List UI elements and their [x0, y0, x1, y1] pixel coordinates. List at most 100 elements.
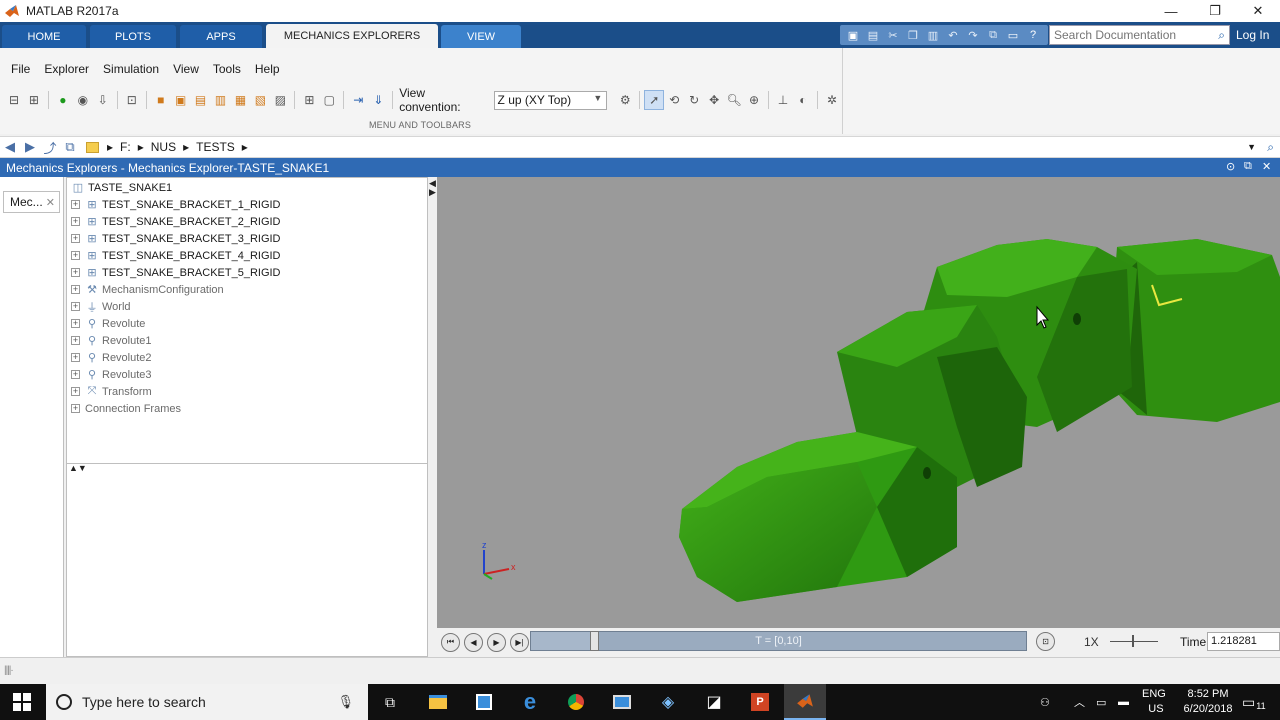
expand-icon[interactable]: +: [71, 268, 80, 277]
layout-icon[interactable]: ▭: [1004, 27, 1022, 43]
language-indicator[interactable]: ENG US: [1142, 684, 1166, 720]
frames-icon[interactable]: ⊥: [773, 90, 793, 110]
tab-home[interactable]: HOME: [2, 25, 86, 48]
expand-icon[interactable]: +: [71, 336, 80, 345]
tab-mechanics-explorer[interactable]: Mec... ✕: [3, 191, 60, 213]
store-icon[interactable]: [470, 684, 498, 720]
clock[interactable]: 8:52 PM 6/20/2018: [1178, 684, 1238, 720]
menu-explorer[interactable]: Explorer: [39, 62, 94, 76]
step-forward-icon[interactable]: ▶|: [510, 632, 529, 652]
network-icon[interactable]: ▭: [1096, 684, 1106, 720]
people-icon[interactable]: ⚇: [1040, 684, 1050, 720]
address-search-icon[interactable]: ⌕: [1267, 140, 1274, 155]
expand-icon[interactable]: +: [71, 387, 80, 396]
expand-icon[interactable]: +: [71, 404, 80, 413]
tree-node[interactable]: + ⊞ TEST_SNAKE_BRACKET_3_RIGID: [71, 230, 281, 247]
tree-node[interactable]: + ⊞ TEST_SNAKE_BRACKET_5_RIGID: [71, 264, 281, 281]
panel-close-icon[interactable]: ✕: [1262, 160, 1271, 173]
zoom-icon[interactable]: 🔍︎: [724, 90, 744, 110]
tab-plots[interactable]: PLOTS: [90, 25, 176, 48]
chrome-icon[interactable]: [562, 684, 590, 720]
undo-icon[interactable]: ↶: [944, 27, 962, 43]
expand-icon[interactable]: +: [71, 285, 80, 294]
close-icon[interactable]: ✕: [46, 196, 55, 209]
redo-icon[interactable]: ↷: [964, 27, 982, 43]
pan-icon[interactable]: ✥: [704, 90, 724, 110]
menu-view[interactable]: View: [168, 62, 204, 76]
restore-button[interactable]: ❐: [1194, 0, 1236, 22]
up-folder-icon[interactable]: ⤴: [40, 138, 60, 157]
expand-icon[interactable]: +: [71, 200, 80, 209]
zoom-box-icon[interactable]: ⊕: [744, 90, 764, 110]
task-view-icon[interactable]: ⧉: [376, 684, 404, 720]
taskbar-search[interactable]: Type here to search 🎙︎: [46, 684, 368, 720]
center-of-mass-icon[interactable]: ◐: [793, 90, 813, 110]
pin-icon[interactable]: ▣: [844, 27, 862, 43]
split-view-icon[interactable]: ⊞: [299, 90, 319, 110]
tree-root[interactable]: ◫ TASTE_SNAKE1: [71, 179, 172, 196]
battery-icon[interactable]: ▬: [1118, 684, 1129, 720]
tree-node[interactable]: + ⚲ Revolute: [71, 315, 145, 332]
menu-file[interactable]: File: [6, 62, 35, 76]
minimize-button[interactable]: —: [1150, 0, 1192, 22]
notepad-icon[interactable]: ◪: [700, 684, 728, 720]
property-view-icon[interactable]: ⊞: [24, 90, 44, 110]
camera-settings-icon[interactable]: ⚙: [615, 90, 635, 110]
tree-node[interactable]: + ⚲ Revolute1: [71, 332, 152, 349]
right-view-icon[interactable]: ▦: [231, 90, 251, 110]
menu-help[interactable]: Help: [250, 62, 285, 76]
single-view-icon[interactable]: ▢: [319, 90, 339, 110]
tab-view[interactable]: VIEW: [441, 25, 521, 48]
time-value-field[interactable]: 1.218281: [1207, 632, 1280, 651]
stop-simulation-icon[interactable]: ◉: [73, 90, 93, 110]
play-icon[interactable]: ▶: [487, 632, 506, 652]
panel-undock-icon[interactable]: ⧉: [1244, 160, 1252, 173]
menu-tools[interactable]: Tools: [208, 62, 246, 76]
search-documentation[interactable]: ⌕: [1049, 25, 1230, 45]
expand-icon[interactable]: +: [71, 217, 80, 226]
tree-node[interactable]: + ⊞ TEST_SNAKE_BRACKET_1_RIGID: [71, 196, 281, 213]
step-forward-icon[interactable]: ⇥: [348, 90, 368, 110]
back-arrow-icon[interactable]: ◀: [0, 139, 20, 155]
tree-node[interactable]: + ⚲ Revolute2: [71, 349, 152, 366]
expand-icon[interactable]: +: [71, 302, 80, 311]
collapse-left-icon[interactable]: ◀ ▶: [429, 179, 436, 197]
breadcrumb-drive[interactable]: F:: [120, 140, 131, 154]
expand-icon[interactable]: +: [71, 370, 80, 379]
git-icon[interactable]: ◈: [654, 684, 682, 720]
expand-icon[interactable]: +: [71, 234, 80, 243]
menu-simulation[interactable]: Simulation: [98, 62, 164, 76]
rotate-icon[interactable]: ⟲: [664, 90, 684, 110]
left-view-icon[interactable]: ▥: [211, 90, 231, 110]
help-icon[interactable]: ?: [1024, 27, 1042, 43]
forward-arrow-icon[interactable]: ▶: [20, 139, 40, 155]
breadcrumb-tests[interactable]: TESTS: [196, 140, 235, 154]
save-video-icon[interactable]: ⇩: [93, 90, 113, 110]
close-button[interactable]: ✕: [1237, 0, 1279, 22]
powerpoint-icon[interactable]: P: [746, 684, 774, 720]
photos-icon[interactable]: [608, 684, 636, 720]
browse-folder-icon[interactable]: ⧉: [60, 139, 80, 155]
save-icon[interactable]: ▤: [864, 27, 882, 43]
expand-icon[interactable]: +: [71, 319, 80, 328]
tree-node[interactable]: + ⚲ Revolute3: [71, 366, 152, 383]
tab-apps[interactable]: APPS: [180, 25, 262, 48]
matlab-taskbar-icon[interactable]: [784, 684, 826, 720]
step-down-icon[interactable]: ⇓: [368, 90, 388, 110]
show-hidden-icons[interactable]: ︿: [1074, 684, 1085, 720]
roll-icon[interactable]: ↻: [684, 90, 704, 110]
breadcrumb-nus[interactable]: NUS: [151, 140, 176, 154]
select-pointer-icon[interactable]: ➚: [644, 90, 665, 110]
snapshot-icon[interactable]: ⊡: [1036, 632, 1055, 651]
3d-viewport[interactable]: z x: [437, 177, 1280, 628]
bottom-view-icon[interactable]: ▨: [270, 90, 290, 110]
tree-node[interactable]: + ⊞ TEST_SNAKE_BRACKET_2_RIGID: [71, 213, 281, 230]
expand-icon[interactable]: +: [71, 251, 80, 260]
edge-icon[interactable]: e: [516, 684, 544, 720]
tab-mechanics-explorers[interactable]: MECHANICS EXPLORERS: [266, 24, 438, 48]
front-view-icon[interactable]: ▣: [171, 90, 191, 110]
copy-icon[interactable]: ❐: [904, 27, 922, 43]
search-input[interactable]: [1050, 28, 1210, 42]
tree-node[interactable]: + ⚒ MechanismConfiguration: [71, 281, 224, 298]
panel-options-icon[interactable]: ⊙: [1226, 160, 1235, 173]
